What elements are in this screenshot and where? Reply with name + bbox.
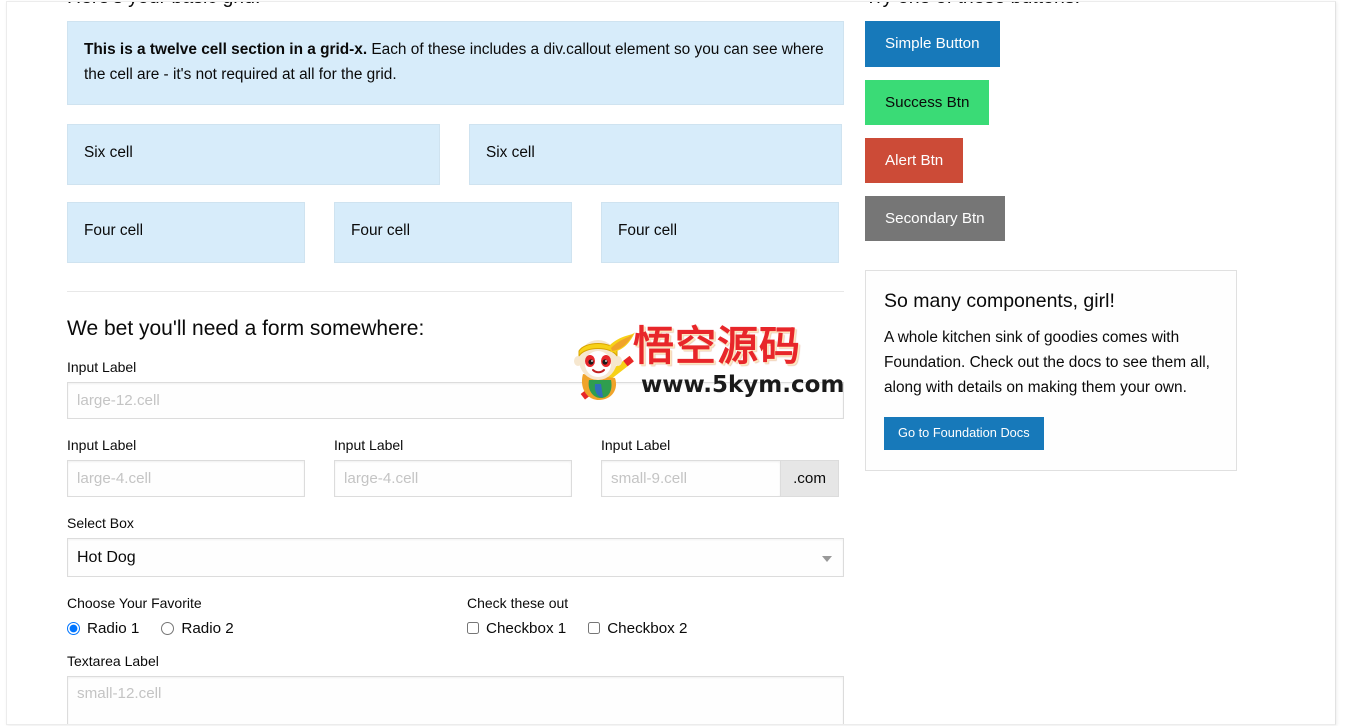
buttons-column: Try one of these buttons. Simple Button … <box>865 2 1245 472</box>
alert-button[interactable]: Alert Btn <box>865 137 964 183</box>
simple-button[interactable]: Simple Button <box>865 21 1000 67</box>
textarea-small-12[interactable] <box>67 676 844 724</box>
checkbox-item-1[interactable]: Checkbox 1 <box>467 620 566 637</box>
input-small-9[interactable] <box>601 459 781 497</box>
grid-and-form-column: Here's your basic grid. This is a twelve… <box>67 2 844 724</box>
field-large-4-a: Input Label <box>67 433 305 497</box>
input-large-12[interactable] <box>67 381 844 419</box>
grid-heading: Here's your basic grid. <box>67 2 844 11</box>
four-cell-row: Four cell Four cell Four cell <box>67 202 844 264</box>
form-heading: We bet you'll need a form somewhere: <box>67 317 425 341</box>
checkbox-group-legend: Check these out <box>467 595 569 612</box>
four-cell-1: Four cell <box>67 202 305 264</box>
six-cell-1: Six cell <box>67 124 440 186</box>
six-cell-row: Six cell Six cell <box>67 124 844 186</box>
select-wrapper: Hot Dog Pizza Tacos <box>67 538 844 578</box>
field-large-12: Input Label <box>67 355 844 419</box>
radio-group: Choose Your Favorite Radio 1 Radio 2 <box>67 592 467 637</box>
four-cell-1-label: Four cell <box>67 202 305 264</box>
four-cell-2: Four cell <box>334 202 572 264</box>
radio-label-2[interactable]: Radio 2 <box>181 620 233 637</box>
six-cell-2-label: Six cell <box>469 124 842 186</box>
four-cell-3: Four cell <box>601 202 839 264</box>
buttons-heading: Try one of these buttons. <box>865 2 1245 11</box>
page-frame: Here's your basic grid. This is a twelve… <box>6 1 1336 725</box>
input-label-large-4-b: Input Label <box>334 436 404 453</box>
select-box-label: Select Box <box>67 514 134 531</box>
field-select-box: Select Box Hot Dog Pizza Tacos <box>67 511 844 578</box>
card-body: A whole kitchen sink of goodies comes wi… <box>884 329 1210 397</box>
components-card: So many components, girl! A whole kitche… <box>865 270 1237 472</box>
radio-label-1[interactable]: Radio 1 <box>87 620 139 637</box>
field-textarea: Textarea Label <box>67 649 844 724</box>
checkbox-item-2[interactable]: Checkbox 2 <box>588 620 687 637</box>
checkbox-label-1[interactable]: Checkbox 1 <box>486 620 566 637</box>
input-large-4-a[interactable] <box>67 459 305 497</box>
radio-item-1[interactable]: Radio 1 <box>67 620 139 637</box>
input-large-4-b[interactable] <box>334 459 572 497</box>
field-small-9: Input Label .com <box>601 433 839 497</box>
radio-group-legend: Choose Your Favorite <box>67 595 202 612</box>
secondary-button[interactable]: Secondary Btn <box>865 195 1005 242</box>
six-cell-1-label: Six cell <box>67 124 440 186</box>
input-group-field <box>601 459 781 497</box>
checkbox-input-2[interactable] <box>588 622 601 635</box>
select-box[interactable]: Hot Dog Pizza Tacos <box>67 538 844 578</box>
callout-paragraph: This is a twelve cell section in a grid-… <box>84 38 827 88</box>
radio-input-2[interactable] <box>161 621 175 635</box>
checkbox-group: Check these out Checkbox 1 Checkbox 2 <box>467 592 709 637</box>
input-label-large-4-a: Input Label <box>67 436 137 453</box>
callout-strong: This is a twelve cell section in a grid-… <box>84 41 368 59</box>
radio-items: Radio 1 Radio 2 <box>67 620 467 637</box>
checkbox-input-1[interactable] <box>467 622 479 635</box>
choice-row: Choose Your Favorite Radio 1 Radio 2 Che… <box>67 592 844 637</box>
success-button[interactable]: Success Btn <box>865 79 990 125</box>
button-stack: Simple Button Success Btn Alert Btn Seco… <box>865 21 1245 254</box>
four-cell-2-label: Four cell <box>334 202 572 264</box>
row-spacer <box>67 185 844 202</box>
section-divider <box>67 291 844 293</box>
input-group-domain: .com <box>601 459 839 497</box>
radio-input-1[interactable] <box>67 621 80 635</box>
six-cell-2: Six cell <box>469 124 842 186</box>
four-cell-3-label: Four cell <box>601 202 839 264</box>
card-title: So many components, girl! <box>884 290 1115 313</box>
input-label-large-12: Input Label <box>67 358 137 375</box>
radio-item-2[interactable]: Radio 2 <box>161 620 234 637</box>
three-input-row: Input Label Input Label Input Label <box>67 433 844 497</box>
checkbox-label-2[interactable]: Checkbox 2 <box>607 620 687 637</box>
foundation-docs-button[interactable]: Go to Foundation Docs <box>884 417 1044 451</box>
field-large-4-b: Input Label <box>334 433 572 497</box>
input-label-small-9: Input Label <box>601 436 671 453</box>
input-group-postfix-label: .com <box>780 459 839 497</box>
twelve-cell-callout: This is a twelve cell section in a grid-… <box>67 21 844 106</box>
textarea-label: Textarea Label <box>67 652 159 669</box>
checkbox-items: Checkbox 1 Checkbox 2 <box>467 620 709 637</box>
